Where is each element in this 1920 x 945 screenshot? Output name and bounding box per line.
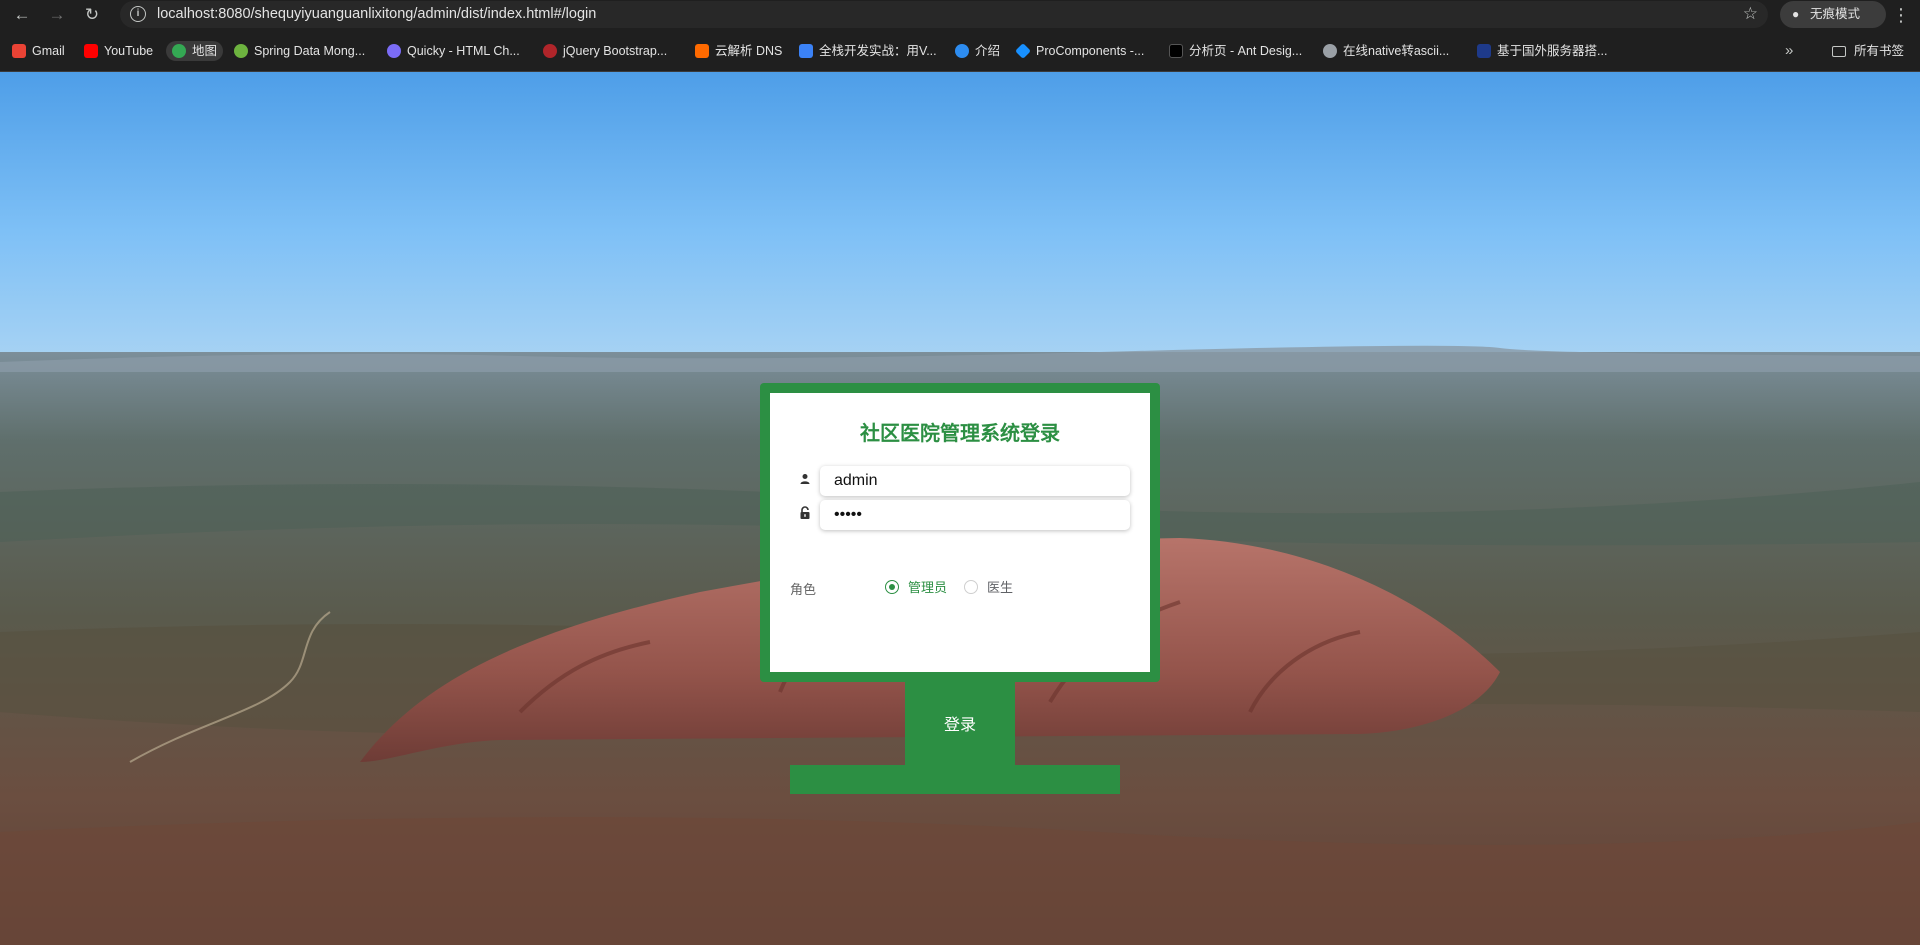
login-frame: 社区医院管理系统登录 角色 管理员: [760, 383, 1160, 682]
bookmark-antdesign[interactable]: 分析页 - Ant Desig...: [1169, 41, 1302, 61]
site-info-icon[interactable]: i: [130, 6, 146, 22]
bookmark-fullstack[interactable]: 全栈开发实战：用V...: [799, 41, 937, 61]
bookmark-star-icon[interactable]: ☆: [1743, 4, 1758, 24]
lock-icon: [800, 506, 810, 519]
bookmark-gmail[interactable]: Gmail: [12, 41, 65, 61]
spring-icon: [234, 44, 248, 58]
maps-icon: [172, 44, 186, 58]
m-icon: [799, 44, 813, 58]
login-page: 社区医院管理系统登录 角色 管理员: [0, 72, 1920, 945]
url-text[interactable]: localhost:8080/shequyiyuanguanlixitong/a…: [157, 6, 596, 22]
password-input[interactable]: [820, 500, 1130, 530]
chevron-double-right-icon[interactable]: »: [1785, 41, 1793, 61]
user-icon: [800, 474, 810, 484]
address-bar[interactable]: i localhost:8080/shequyiyuanguanlixitong…: [120, 1, 1768, 28]
bookmarks-bar: Gmail YouTube 地图 Spring Data Mong... Qui…: [0, 29, 1920, 72]
incognito-icon: ●: [1792, 7, 1800, 21]
gmail-icon: [12, 44, 26, 58]
bookmark-jquery[interactable]: jQuery Bootstrap...: [543, 41, 667, 61]
bookmark-procomponents[interactable]: ProComponents -...: [1015, 41, 1144, 61]
login-form: 社区医院管理系统登录 角色 管理员: [770, 393, 1150, 672]
incognito-label: 无痕模式: [1810, 7, 1861, 21]
folder-icon: [1832, 45, 1846, 57]
browser-menu-icon[interactable]: ⋮: [1890, 3, 1912, 27]
bookmark-maps[interactable]: 地图: [166, 41, 224, 61]
bookmark-spring[interactable]: Spring Data Mong...: [234, 41, 365, 61]
username-field[interactable]: [820, 466, 1130, 496]
bookmark-youtube[interactable]: YouTube: [84, 41, 153, 61]
youtube-icon: [84, 44, 98, 58]
browser-toolbar: ← → ↻ i localhost:8080/shequyiyuanguanli…: [0, 0, 1920, 29]
password-field[interactable]: [820, 500, 1130, 530]
bookmark-native-ascii[interactable]: 在线native转ascii...: [1323, 41, 1449, 61]
bookmark-quicky[interactable]: Quicky - HTML Ch...: [387, 41, 520, 61]
radio-checked-icon: [885, 579, 899, 594]
flag-icon: [1477, 44, 1491, 58]
all-bookmarks-button[interactable]: 所有书签: [1832, 41, 1904, 61]
bookmark-dns[interactable]: 云解析 DNS: [695, 41, 782, 61]
reload-icon[interactable]: ↻: [80, 3, 104, 27]
role-radio-admin[interactable]: 管理员: [885, 577, 947, 596]
jquery-icon: [543, 44, 557, 58]
arrow-right-icon[interactable]: →: [45, 3, 69, 27]
radio-unchecked-icon: [964, 579, 978, 594]
globe-icon: [1323, 44, 1337, 58]
globe-icon: [955, 44, 969, 58]
procomponents-icon: [1015, 43, 1031, 59]
aliyun-icon: [695, 44, 709, 58]
bookmark-server[interactable]: 基于国外服务器搭...: [1477, 41, 1607, 61]
quicky-icon: [387, 44, 401, 58]
role-radio-doctor[interactable]: 医生: [964, 577, 1013, 596]
bookmark-intro[interactable]: 介绍: [955, 41, 1000, 61]
role-label: 角色: [790, 582, 817, 597]
login-button[interactable]: 登录: [905, 681, 1015, 765]
login-base-decoration: [790, 765, 1120, 794]
login-title: 社区医院管理系统登录: [860, 423, 1060, 445]
arrow-left-icon[interactable]: ←: [10, 3, 34, 27]
incognito-badge[interactable]: ● 无痕模式: [1780, 1, 1886, 28]
pro-icon: [1169, 44, 1183, 58]
username-input[interactable]: [820, 466, 1130, 496]
